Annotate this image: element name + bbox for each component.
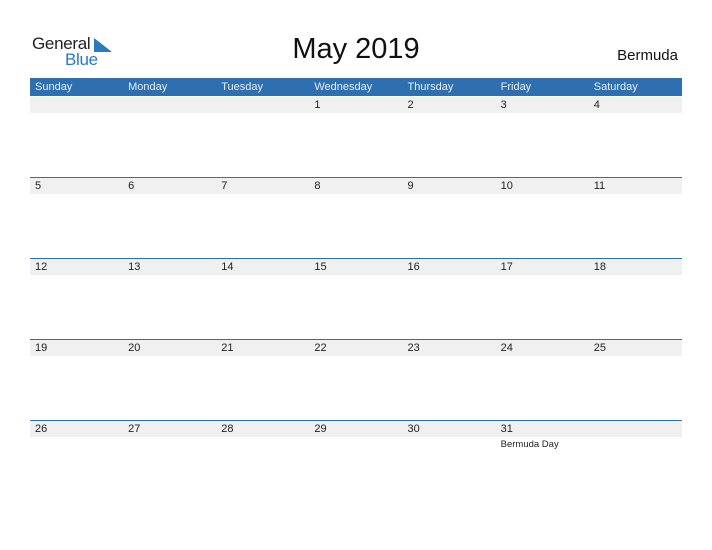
day-number: 26 [35,423,48,435]
day-number: 25 [593,342,606,354]
day-cell[interactable]: 29 [309,421,402,481]
day-cell[interactable]: 22 [309,340,402,400]
day-number: 28 [221,423,234,435]
weekday-friday: Friday [500,81,532,93]
day-number: 13 [128,261,141,273]
day-cell[interactable]: 13 [123,259,216,319]
day-cell[interactable]: 5 [30,178,123,238]
day-cell[interactable]: 23 [403,340,496,400]
week-row: 19 20 21 22 23 24 25 [30,339,682,420]
weekday-sunday: Sunday [35,81,73,93]
week-row: 5 6 7 8 9 10 11 [30,177,682,258]
weekday-wednesday: Wednesday [314,81,373,93]
day-cell[interactable]: 27 [123,421,216,481]
day-number: 19 [35,342,48,354]
day-number: 7 [221,180,228,192]
day-number: 22 [314,342,327,354]
day-number: 6 [128,180,135,192]
day-number: 20 [128,342,141,354]
day-number [128,97,216,113]
day-cell[interactable]: 31 Bermuda Day [496,421,589,481]
week-row: 1 2 3 4 [30,96,682,177]
day-number: 9 [407,180,414,192]
day-cell[interactable]: 9 [403,178,496,238]
day-cell[interactable]: 15 [309,259,402,319]
holiday-label: Bermuda Day [500,439,559,450]
day-cell[interactable]: 28 [216,421,309,481]
day-cell[interactable]: 4 [589,97,682,157]
day-cell[interactable] [123,97,216,157]
day-cell[interactable] [216,97,309,157]
day-number: 4 [593,99,600,111]
day-cell[interactable]: 3 [496,97,589,157]
day-number: 31 [500,423,513,435]
day-cell[interactable]: 1 [309,97,402,157]
day-number: 24 [500,342,513,354]
day-cell[interactable]: 10 [496,178,589,238]
day-cell[interactable]: 24 [496,340,589,400]
day-number: 16 [407,261,420,273]
day-number: 8 [314,180,321,192]
day-number: 2 [407,99,414,111]
weekday-saturday: Saturday [593,81,638,93]
day-number: 10 [500,180,513,192]
day-number [35,97,123,113]
day-cell[interactable]: 18 [589,259,682,319]
day-cell[interactable]: 7 [216,178,309,238]
day-cell[interactable]: 20 [123,340,216,400]
day-number: 18 [593,261,606,273]
country-label: Bermuda [617,47,678,64]
day-number: 29 [314,423,327,435]
day-number [594,421,682,437]
day-cell[interactable]: 19 [30,340,123,400]
day-number: 12 [35,261,48,273]
day-number: 27 [128,423,141,435]
day-number: 14 [221,261,234,273]
day-cell[interactable]: 21 [216,340,309,400]
day-number: 21 [221,342,234,354]
day-cell[interactable] [30,97,123,157]
weekday-thursday: Thursday [407,81,454,93]
day-cell[interactable]: 30 [403,421,496,481]
day-number: 30 [407,423,420,435]
day-cell[interactable]: 17 [496,259,589,319]
page-title: May 2019 [292,33,420,65]
day-number: 15 [314,261,327,273]
day-number: 1 [314,99,321,111]
day-cell[interactable]: 26 [30,421,123,481]
weekday-header: Sunday Monday Tuesday Wednesday Thursday… [30,78,682,96]
day-cell[interactable]: 16 [403,259,496,319]
day-cell[interactable]: 11 [589,178,682,238]
week-row: 12 13 14 15 16 17 18 [30,258,682,339]
day-cell[interactable]: 25 [589,340,682,400]
day-cell[interactable] [589,421,682,481]
day-cell[interactable]: 6 [123,178,216,238]
day-number: 3 [500,99,507,111]
day-cell[interactable]: 8 [309,178,402,238]
week-row: 26 27 28 29 30 31 Bermuda Day [30,420,682,501]
day-number: 5 [35,180,42,192]
weekday-monday: Monday [128,81,168,93]
weekday-tuesday: Tuesday [221,81,264,93]
day-cell[interactable]: 12 [30,259,123,319]
day-number: 17 [500,261,513,273]
day-number: 23 [407,342,420,354]
day-number [221,97,309,113]
day-cell[interactable]: 2 [403,97,496,157]
day-cell[interactable]: 14 [216,259,309,319]
day-number: 11 [593,180,606,192]
